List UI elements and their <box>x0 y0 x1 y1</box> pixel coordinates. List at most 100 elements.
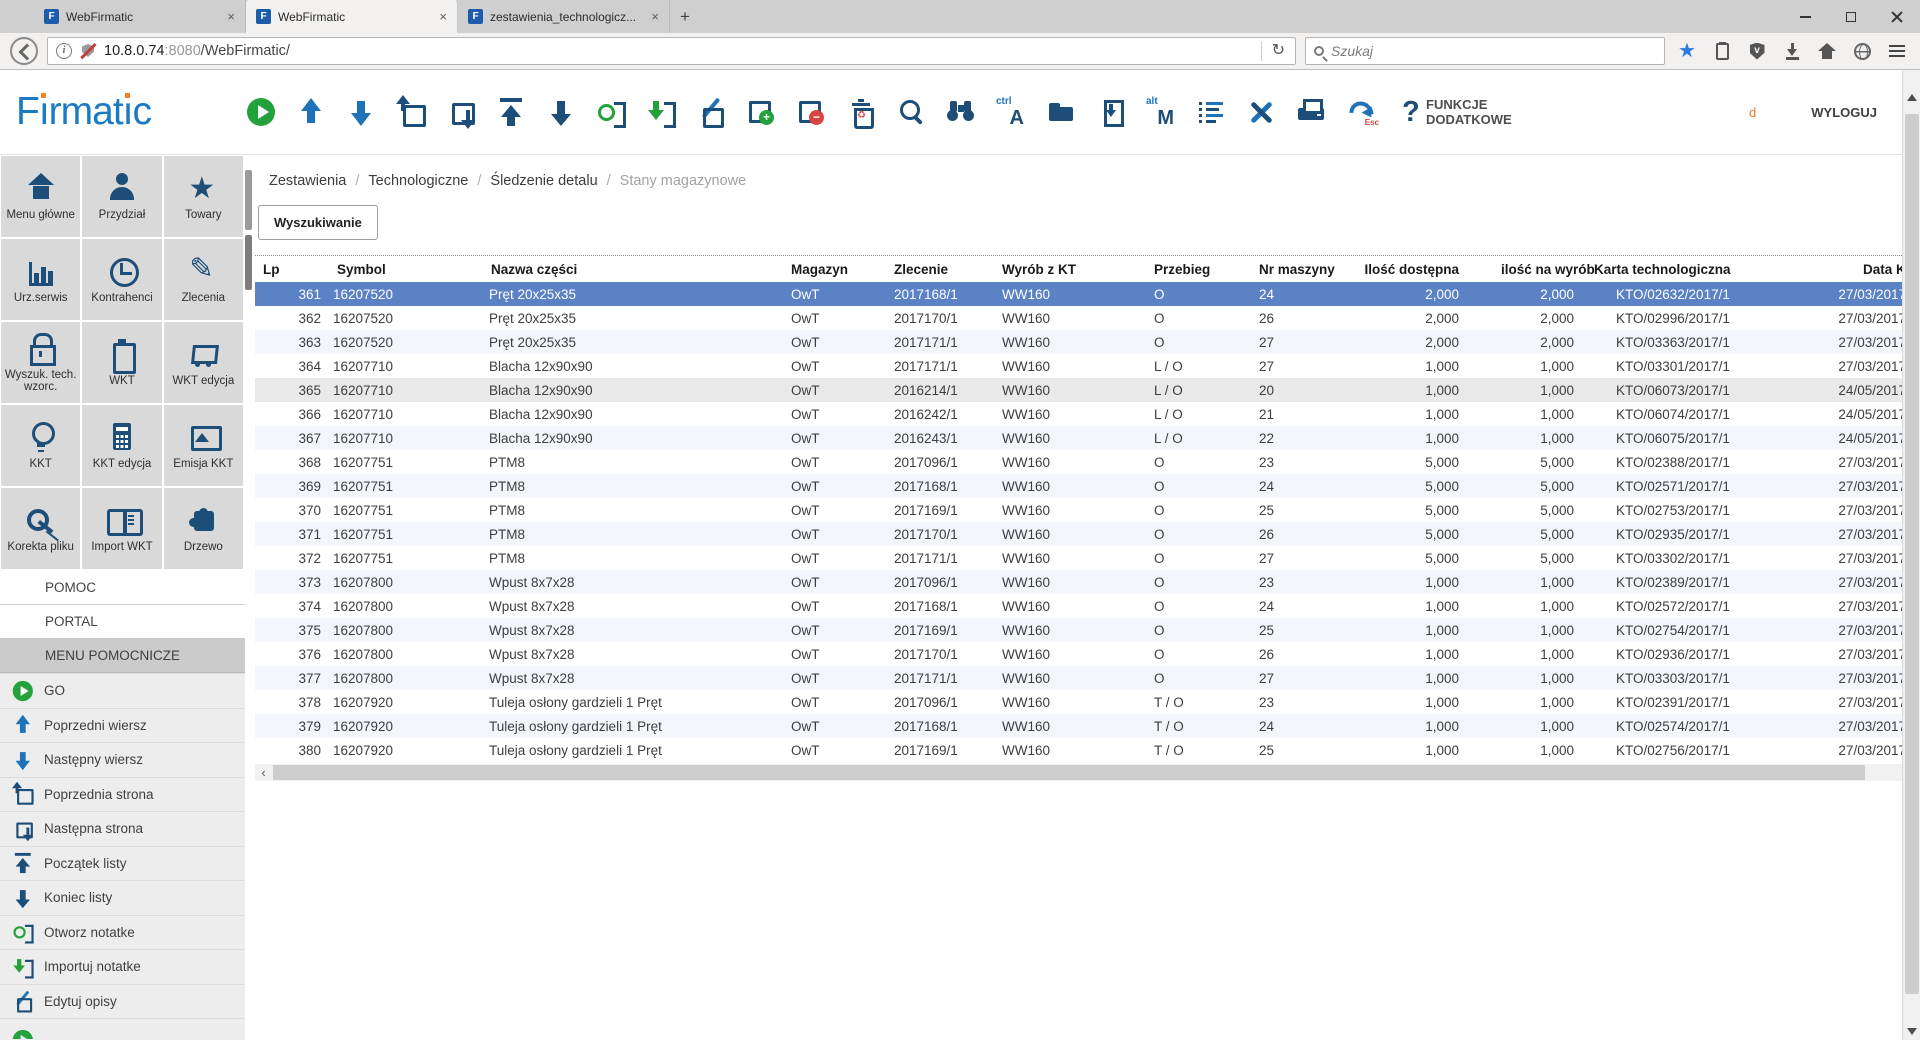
bookmark-star-icon[interactable]: ★ <box>1674 38 1700 64</box>
tab-close-icon[interactable]: × <box>649 8 661 25</box>
column-header[interactable]: Przebieg <box>1140 262 1245 277</box>
table-row[interactable]: 375 16207800 Wpust 8x7x28 OwT 2017169/1 … <box>255 618 1920 642</box>
next-page-icon[interactable] <box>446 95 476 129</box>
table-row[interactable]: 364 16207710 Blacha 12x90x90 OwT 2017171… <box>255 354 1920 378</box>
nav-item[interactable]: Importuj notatke <box>0 949 245 984</box>
search-input[interactable]: Szukaj <box>1305 37 1665 65</box>
sidebar-splitter-handle-lower[interactable] <box>245 235 252 290</box>
logout-button[interactable]: WYLOGUJ <box>1811 105 1877 120</box>
sidebar-tile[interactable]: KKT edycja <box>82 405 161 486</box>
table-row[interactable]: 370 16207751 PTM8 OwT 2017169/1 WW160 O … <box>255 498 1920 522</box>
table-row[interactable]: 372 16207751 PTM8 OwT 2017171/1 WW160 O … <box>255 546 1920 570</box>
table-row[interactable]: 368 16207751 PTM8 OwT 2017096/1 WW160 O … <box>255 450 1920 474</box>
table-row[interactable]: 376 16207800 Wpust 8x7x28 OwT 2017170/1 … <box>255 642 1920 666</box>
globe-addon-icon[interactable] <box>1849 38 1875 64</box>
url-field[interactable]: i 10.8.0.74:8080/WebFirmatic/ ↻ <box>47 37 1296 65</box>
blocked-content-icon[interactable] <box>80 43 96 59</box>
column-header[interactable]: Magazyn <box>777 262 880 277</box>
nav-item[interactable]: Koniec listy <box>0 880 245 915</box>
list-end-icon[interactable] <box>546 95 576 129</box>
url-text[interactable]: 10.8.0.74:8080/WebFirmatic/ <box>104 43 1253 59</box>
page-vertical-scrollbar[interactable] <box>1902 70 1920 1040</box>
info-icon[interactable]: i <box>56 43 72 59</box>
import-note-icon[interactable] <box>646 95 676 129</box>
tab-close-icon[interactable]: × <box>225 8 237 25</box>
horizontal-scrollbar[interactable]: ‹ › <box>255 764 1920 781</box>
column-header[interactable]: ilość na wyrób <box>1465 262 1580 277</box>
sidebar-tile[interactable]: Kontrahenci <box>82 239 161 320</box>
table-row[interactable]: 380 16207920 Tuleja osłony gardzieli 1 P… <box>255 738 1920 762</box>
additional-functions-button[interactable]: FUNKCJE DODATKOWE <box>1426 97 1564 127</box>
sidebar-tile[interactable]: Zlecenia <box>164 239 243 320</box>
table-row[interactable]: 374 16207800 Wpust 8x7x28 OwT 2017168/1 … <box>255 594 1920 618</box>
minimize-button[interactable] <box>1782 0 1828 33</box>
table-row[interactable]: 361 16207520 Pręt 20x25x35 OwT 2017168/1… <box>255 282 1920 306</box>
sidebar-tile[interactable]: Drzewo <box>164 488 243 569</box>
home-icon[interactable] <box>1814 38 1840 64</box>
close-button[interactable] <box>1874 0 1920 33</box>
shield-addon-icon[interactable]: v <box>1744 38 1770 64</box>
sidebar-tile[interactable]: Import WKT <box>82 488 161 569</box>
nav-item[interactable]: Następna strona <box>0 811 245 846</box>
new-tab-button[interactable]: + <box>670 0 700 33</box>
table-row[interactable]: 379 16207920 Tuleja osłony gardzieli 1 P… <box>255 714 1920 738</box>
column-header[interactable]: Wyrób z KT <box>988 262 1140 277</box>
menu-hamburger-icon[interactable] <box>1884 38 1910 64</box>
run-icon[interactable] <box>246 95 276 129</box>
table-row[interactable]: 369 16207751 PTM8 OwT 2017168/1 WW160 O … <box>255 474 1920 498</box>
table-row[interactable]: 362 16207520 Pręt 20x25x35 OwT 2017170/1… <box>255 306 1920 330</box>
next-row-icon[interactable] <box>346 95 376 129</box>
breadcrumb-item[interactable]: Śledzenie detalu <box>490 173 619 189</box>
table-row[interactable]: 373 16207800 Wpust 8x7x28 OwT 2017096/1 … <box>255 570 1920 594</box>
menu-alt-icon[interactable]: altM <box>1146 95 1176 129</box>
sidebar-tile[interactable]: KKT <box>1 405 80 486</box>
nav-item[interactable]: GO <box>0 673 245 708</box>
column-header[interactable]: Nazwa części <box>477 262 777 277</box>
scroll-up-icon[interactable] <box>1907 94 1917 101</box>
sidebar-section[interactable]: PORTAL <box>0 605 245 639</box>
prev-row-icon[interactable] <box>296 95 326 129</box>
column-header[interactable]: Symbol <box>325 262 477 277</box>
downloads-icon[interactable] <box>1779 38 1805 64</box>
edit-note-icon[interactable] <box>696 95 726 129</box>
bookmark-download-icon[interactable] <box>1096 95 1126 129</box>
table-row[interactable]: 378 16207920 Tuleja osłony gardzieli 1 P… <box>255 690 1920 714</box>
tools-icon[interactable] <box>1246 95 1276 129</box>
select-all-icon[interactable]: ctrlA <box>996 95 1026 129</box>
nav-item[interactable]: Początek listy <box>0 846 245 881</box>
vertical-scroll-thumb[interactable] <box>1905 114 1919 994</box>
trash-icon[interactable] <box>846 95 876 129</box>
back-icon[interactable] <box>10 37 38 65</box>
sidebar-tile[interactable]: WKT <box>82 322 161 403</box>
help-icon[interactable]: ? <box>1396 95 1426 129</box>
sidebar-tile[interactable]: Menu główne <box>1 156 80 237</box>
nav-item[interactable]: Edytuj opisy <box>0 984 245 1019</box>
scroll-left-icon[interactable]: ‹ <box>255 764 272 781</box>
nav-item[interactable] <box>0 1018 245 1039</box>
search-icon[interactable] <box>896 95 926 129</box>
nav-item[interactable]: Następny wiersz <box>0 742 245 777</box>
clipboard-addon-icon[interactable] <box>1709 38 1735 64</box>
maximize-button[interactable] <box>1828 0 1874 33</box>
print-icon[interactable] <box>1296 95 1326 129</box>
sidebar-tile[interactable]: Korekta pliku <box>1 488 80 569</box>
column-header[interactable]: Ilość dostępna <box>1343 262 1465 277</box>
search-button[interactable]: Wyszukiwanie <box>258 205 378 240</box>
column-header[interactable]: Zlecenie <box>880 262 988 277</box>
sidebar-tile[interactable]: Wyszuk. tech. wzorc. <box>1 322 80 403</box>
browser-tab[interactable]: F WebFirmatic × <box>34 0 246 33</box>
column-header[interactable]: Karta technologiczna <box>1580 262 1830 277</box>
table-row[interactable]: 377 16207800 Wpust 8x7x28 OwT 2017171/1 … <box>255 666 1920 690</box>
sidebar-section[interactable]: POMOC <box>0 571 245 605</box>
tab-close-icon[interactable]: × <box>437 8 449 25</box>
column-header[interactable]: Nr maszyny <box>1245 262 1343 277</box>
sidebar-tile[interactable]: Przydział <box>82 156 161 237</box>
binoculars-icon[interactable] <box>946 95 976 129</box>
browser-tab[interactable]: F WebFirmatic × <box>246 0 458 33</box>
sidebar-tile[interactable]: Urz.serwis <box>1 239 80 320</box>
reload-icon[interactable]: ↻ <box>1261 41 1287 61</box>
exit-esc-icon[interactable]: Esc <box>1346 95 1376 129</box>
sidebar-tile[interactable]: Towary <box>164 156 243 237</box>
scroll-down-icon[interactable] <box>1907 1028 1917 1035</box>
table-row[interactable]: 363 16207520 Pręt 20x25x35 OwT 2017171/1… <box>255 330 1920 354</box>
